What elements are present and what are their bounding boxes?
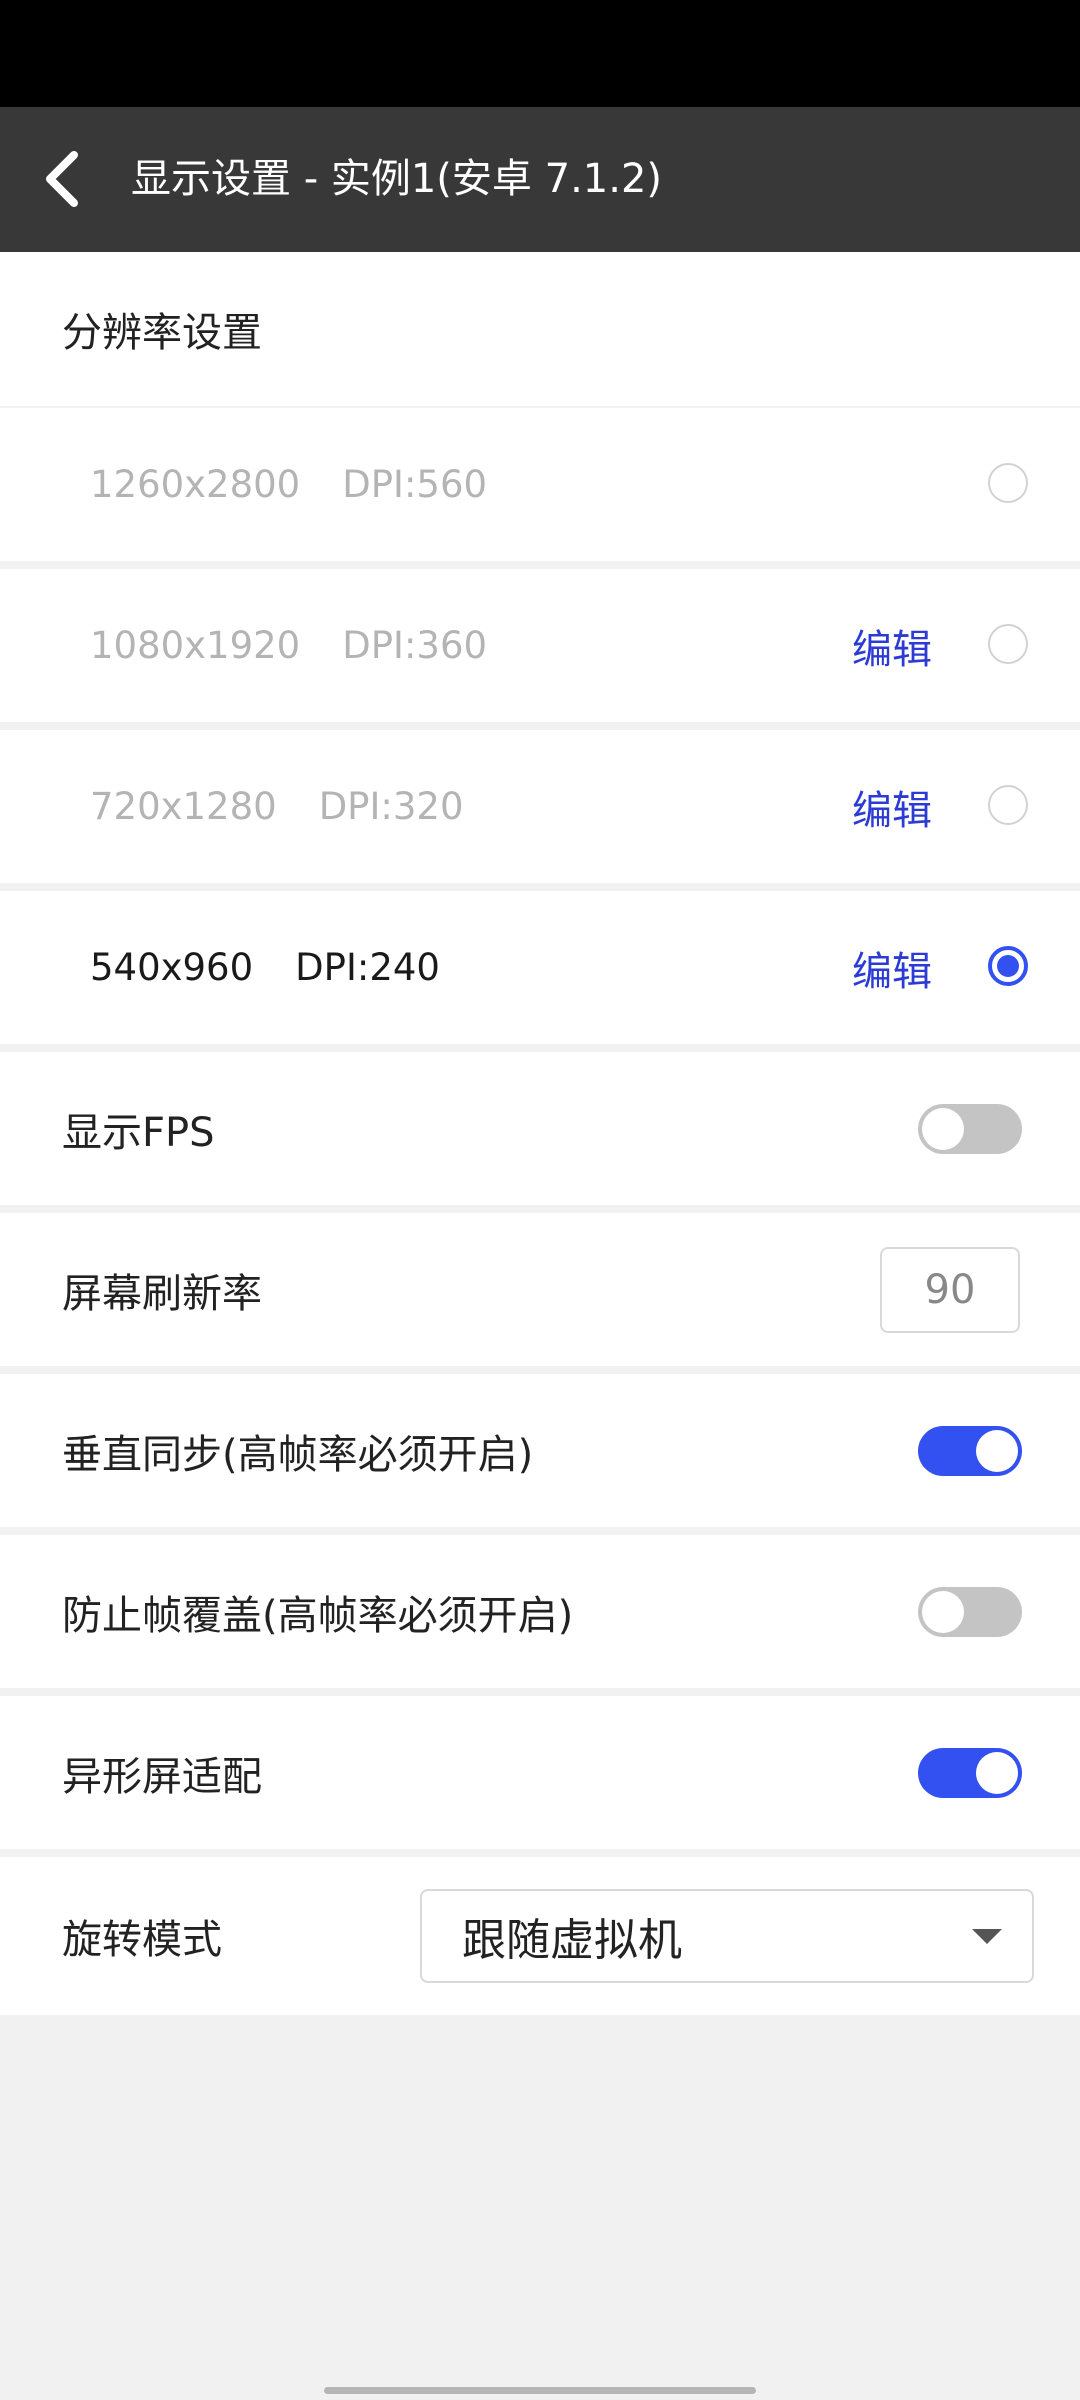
resolution-option-1260x2800[interactable]: 1260x2800 DPI:560 bbox=[0, 408, 1080, 561]
notch-adapt-toggle[interactable] bbox=[918, 1747, 1022, 1798]
resolution-option-540x960[interactable]: 540x960 DPI:240 编辑 bbox=[0, 891, 1080, 1044]
edit-resolution-button[interactable]: 编辑 bbox=[852, 891, 932, 1044]
notch-adapt-row: 异形屏适配 bbox=[0, 1696, 1080, 1849]
vsync-toggle[interactable] bbox=[918, 1425, 1022, 1476]
page-title: 显示设置 - 实例1(安卓 7.1.2) bbox=[131, 156, 663, 202]
resolution-text: 1260x2800 DPI:560 bbox=[90, 408, 487, 561]
resolution-radio[interactable] bbox=[988, 784, 1028, 825]
rotation-mode-select[interactable]: 跟随虚拟机 bbox=[420, 1889, 1034, 1983]
resolution-value: 540x960 bbox=[90, 946, 254, 989]
refresh-rate-input[interactable]: 90 bbox=[880, 1246, 1020, 1333]
refresh-rate-label: 屏幕刷新率 bbox=[62, 1270, 262, 1317]
prevent-frame-overwrite-label: 防止帧覆盖(高帧率必须开启) bbox=[62, 1592, 574, 1639]
prevent-frame-overwrite-row: 防止帧覆盖(高帧率必须开启) bbox=[0, 1535, 1080, 1688]
edit-resolution-button[interactable]: 编辑 bbox=[852, 730, 932, 883]
dpi-value: DPI:320 bbox=[318, 785, 464, 828]
vsync-row: 垂直同步(高帧率必须开启) bbox=[0, 1374, 1080, 1527]
resolution-text: 540x960 DPI:240 bbox=[90, 891, 440, 1044]
resolution-value: 1080x1920 bbox=[90, 624, 301, 667]
dpi-value: DPI:560 bbox=[342, 463, 488, 506]
resolution-text: 1080x1920 DPI:360 bbox=[90, 569, 487, 722]
toggle-knob bbox=[922, 1590, 964, 1633]
toggle-knob bbox=[976, 1429, 1018, 1472]
home-indicator[interactable] bbox=[324, 2387, 756, 2394]
rotation-mode-value: 跟随虚拟机 bbox=[462, 1915, 682, 1966]
status-bar bbox=[0, 0, 1080, 107]
app-bar: 显示设置 - 实例1(安卓 7.1.2) bbox=[0, 107, 1080, 252]
dropdown-arrow-icon bbox=[972, 1929, 1002, 1944]
show-fps-label: 显示FPS bbox=[62, 1109, 215, 1156]
dpi-value: DPI:240 bbox=[295, 946, 440, 989]
resolution-text: 720x1280 DPI:320 bbox=[90, 730, 464, 883]
show-fps-row: 显示FPS bbox=[0, 1052, 1080, 1205]
resolution-radio[interactable] bbox=[988, 462, 1028, 503]
resolution-value: 720x1280 bbox=[90, 785, 277, 828]
vsync-label: 垂直同步(高帧率必须开启) bbox=[62, 1431, 534, 1478]
rotation-mode-label: 旋转模式 bbox=[62, 1917, 222, 1963]
back-arrow-icon[interactable] bbox=[40, 149, 84, 209]
settings-list: 分辨率设置 1260x2800 DPI:560 1080x1920 DPI:36… bbox=[0, 252, 1080, 2015]
show-fps-toggle[interactable] bbox=[918, 1103, 1022, 1154]
prevent-frame-overwrite-toggle[interactable] bbox=[918, 1586, 1022, 1637]
edit-resolution-button[interactable]: 编辑 bbox=[852, 569, 932, 722]
refresh-rate-row: 屏幕刷新率 90 bbox=[0, 1213, 1080, 1366]
resolution-option-1080x1920[interactable]: 1080x1920 DPI:360 编辑 bbox=[0, 569, 1080, 722]
toggle-knob bbox=[976, 1751, 1018, 1794]
section-title: 分辨率设置 bbox=[62, 310, 262, 356]
rotation-mode-row: 旋转模式 跟随虚拟机 bbox=[0, 1857, 1080, 2015]
resolution-radio[interactable] bbox=[988, 623, 1028, 664]
dpi-value: DPI:360 bbox=[342, 624, 488, 667]
notch-adapt-label: 异形屏适配 bbox=[62, 1753, 262, 1800]
resolution-radio-selected[interactable] bbox=[988, 945, 1028, 986]
resolution-option-720x1280[interactable]: 720x1280 DPI:320 编辑 bbox=[0, 730, 1080, 883]
toggle-knob bbox=[922, 1107, 964, 1150]
resolution-value: 1260x2800 bbox=[90, 463, 301, 506]
resolution-section-header: 分辨率设置 bbox=[0, 252, 1080, 406]
